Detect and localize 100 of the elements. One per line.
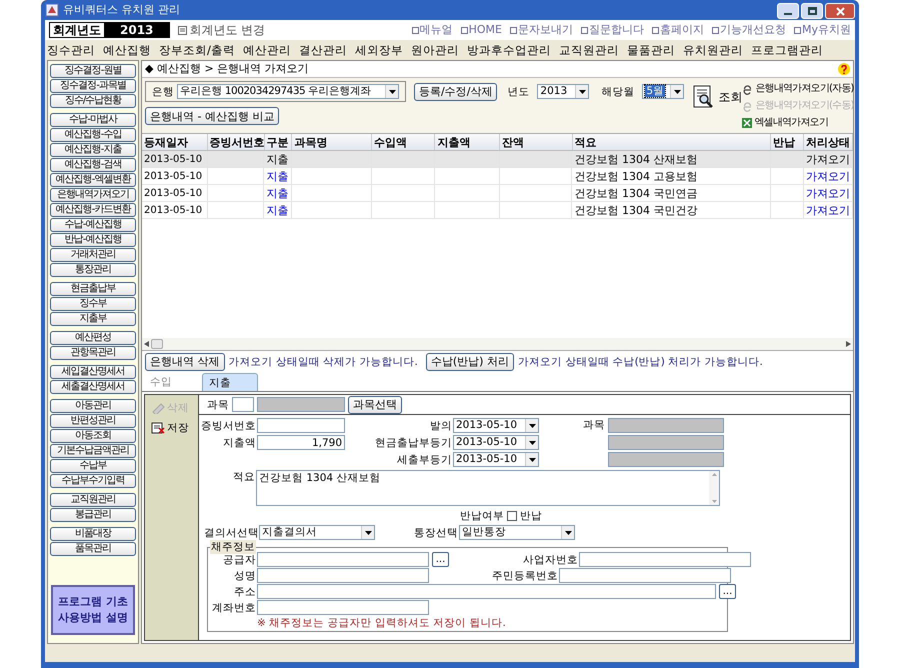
bank-select[interactable]: 우리은행 1002034297435 우리은행계좌 (177, 84, 399, 99)
text-field[interactable] (257, 584, 716, 599)
menu-item[interactable]: 결산관리 (298, 43, 347, 57)
sidebar-button[interactable]: 세출결산명세서 (50, 380, 136, 394)
subject-name-field[interactable] (257, 397, 345, 412)
lookup-button[interactable]: ... (432, 552, 449, 567)
import-link[interactable]: 엑셀내역가져오기 (754, 116, 828, 130)
sidebar-button[interactable]: 세입결산명세서 (50, 365, 136, 379)
help-button[interactable]: 프로그램 기초 사용방법 설명 (51, 585, 135, 635)
sidebar-button[interactable]: 통장관리 (50, 263, 136, 277)
status-link[interactable]: 가져오기 (806, 170, 850, 183)
sidebar-button[interactable]: 아동조회 (50, 429, 136, 443)
sidebar-button[interactable]: 예산집행-검색 (50, 158, 136, 172)
sidebar-button[interactable]: 예산집행-카드변환 (50, 203, 136, 217)
refund-checkbox[interactable] (507, 511, 517, 521)
menu-item[interactable]: 유치원관리 (682, 43, 743, 57)
tab[interactable]: 지출 (202, 373, 258, 391)
menu-item[interactable]: 예산집행 (103, 43, 151, 57)
status-link[interactable]: 가져오기 (806, 153, 850, 166)
table-row[interactable]: 2013-05-10 지출 건강보험 1304 고용보험 가져오기 (142, 168, 853, 185)
type-link[interactable]: 지출 (266, 187, 288, 200)
action-button[interactable]: 수납(반납) 처리 (426, 352, 514, 370)
tab[interactable]: 수입 (144, 373, 200, 391)
subject-code-field[interactable] (232, 397, 254, 412)
sidebar-button[interactable]: 아동관리 (50, 399, 136, 413)
account-select[interactable]: 일반통장 (459, 525, 575, 540)
text-field[interactable] (579, 552, 751, 567)
sidebar-button[interactable]: 징수부 (50, 297, 136, 311)
date-select[interactable]: 2013-05-10 (453, 418, 539, 433)
text-field[interactable] (257, 552, 429, 567)
import-link[interactable]: 은행내역가져오기(자동) (755, 82, 854, 96)
sidebar-button[interactable]: 거래처관리 (50, 248, 136, 262)
sidebar-button[interactable]: 징수결정-과목별 (50, 79, 136, 93)
sidebar-button[interactable]: 예산집행-엑셀변환 (50, 173, 136, 187)
type-link[interactable]: 지출 (266, 170, 288, 183)
sidebar-button[interactable]: 기본수납금액관리 (50, 444, 136, 458)
top-link[interactable]: 질문합니다 (588, 23, 644, 37)
menu-item[interactable]: 방과후수업관리 (466, 43, 551, 57)
action-button[interactable]: 은행내역 삭제 (145, 352, 224, 370)
top-link[interactable]: My유치원 (802, 23, 851, 37)
top-link[interactable]: 홈페이지 (660, 23, 704, 37)
sidebar-button[interactable]: 수납부 (50, 459, 136, 473)
menu-item[interactable]: 원아관리 (410, 43, 459, 57)
text-field[interactable] (257, 418, 345, 433)
sidebar-button[interactable]: 교직원관리 (50, 493, 136, 507)
compare-button[interactable]: 은행내역 - 예산집행 비교 (145, 107, 280, 125)
subject-select-button[interactable]: 과목선택 (348, 396, 402, 414)
readonly-field[interactable] (608, 435, 724, 450)
text-field[interactable]: 1,790 (257, 435, 345, 450)
sidebar-button[interactable]: 은행내역가져오기 (50, 188, 136, 202)
table-row[interactable]: 2013-05-10 지출 건강보험 1304 국민건강 가져오기 (142, 202, 853, 219)
month-select[interactable]: 5월 (642, 84, 684, 99)
minimize-button[interactable] (777, 3, 799, 19)
scroll-up-icon[interactable] (712, 473, 716, 476)
close-button[interactable] (825, 3, 855, 19)
top-link[interactable]: 문자보내기 (518, 23, 573, 37)
type-link[interactable]: 지출 (266, 204, 288, 217)
save-button[interactable]: 저장 (151, 421, 189, 435)
status-link[interactable]: 가져오기 (806, 187, 850, 200)
sidebar-button[interactable]: 현금출납부 (50, 282, 136, 296)
scroll-left-icon[interactable] (144, 341, 149, 347)
sidebar-button[interactable]: 징수/수납현황 (50, 94, 136, 108)
query-button[interactable]: 조회 (692, 85, 742, 109)
sidebar-button[interactable]: 수납-예산집행 (50, 218, 136, 232)
sidebar-button[interactable]: 수납-마법사 (50, 113, 136, 127)
top-link[interactable]: 메뉴얼 (420, 23, 453, 37)
table-row[interactable]: 2013-05-10 지출 건강보험 1304 산재보험 가져오기 (142, 151, 853, 168)
sidebar-button[interactable]: 징수결정-원별 (50, 64, 136, 78)
type-link[interactable]: 지출 (266, 153, 288, 166)
text-field[interactable] (257, 600, 429, 615)
text-field[interactable] (257, 568, 429, 583)
lookup-button[interactable]: ... (719, 584, 736, 599)
sidebar-button[interactable]: 반편성관리 (50, 414, 136, 428)
scroll-down-icon[interactable] (712, 500, 716, 503)
change-year-link[interactable]: 회계년도 변경 (189, 23, 266, 37)
text-field[interactable] (559, 568, 731, 583)
menu-item[interactable]: 물품관리 (626, 43, 675, 57)
sidebar-button[interactable]: 비품대장 (50, 527, 136, 541)
menu-item[interactable]: 프로그램관리 (750, 43, 823, 57)
menu-item[interactable]: 교직원관리 (558, 43, 619, 57)
sidebar-button[interactable]: 관항목관리 (50, 346, 136, 360)
top-link[interactable]: 기능개선요청 (720, 23, 786, 37)
date-select[interactable]: 2013-05-10 (453, 452, 539, 467)
register-button[interactable]: 등록/수정/삭제 (414, 82, 498, 100)
help-icon[interactable] (838, 63, 850, 75)
year-select[interactable]: 2013 (537, 84, 590, 99)
sidebar-button[interactable]: 예산집행-지출 (50, 143, 136, 157)
date-select[interactable]: 2013-05-10 (453, 435, 539, 450)
resolution-select[interactable]: 지출결의서 (259, 525, 375, 540)
sidebar-button[interactable]: 수납부수기입력 (50, 474, 136, 488)
scrollbar-thumb[interactable] (151, 339, 163, 349)
top-link[interactable]: HOME (468, 23, 502, 37)
sidebar-button[interactable]: 봉급관리 (50, 508, 136, 522)
sidebar-button[interactable]: 예산집행-수입 (50, 128, 136, 142)
readonly-field[interactable] (608, 418, 724, 433)
menu-item[interactable]: 세외장부 (354, 43, 403, 57)
horizontal-scrollbar[interactable] (142, 338, 853, 350)
sidebar-button[interactable]: 반납-예산집행 (50, 233, 136, 247)
maximize-button[interactable] (801, 3, 823, 19)
menu-item[interactable]: 징수관리 (47, 43, 95, 57)
